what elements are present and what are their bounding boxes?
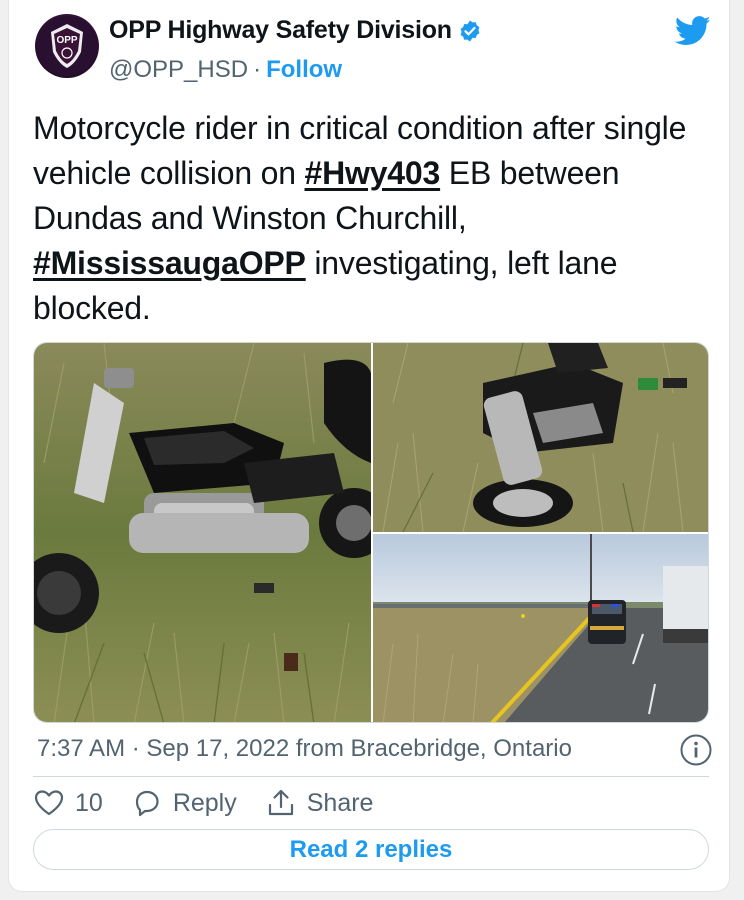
twitter-bird-icon[interactable] (675, 16, 711, 46)
share-upload-icon (268, 789, 293, 816)
heart-icon (34, 790, 64, 816)
tweet-card: OPP OPP Highway Safety Division @OPP_HSD… (8, 0, 730, 892)
media-grid (33, 342, 709, 723)
hashtag-mississaugaopp-link[interactable]: #MississaugaOPP (33, 245, 306, 281)
author-display-name[interactable]: OPP Highway Safety Division (109, 16, 452, 45)
motorcycle-closeup-photo[interactable] (34, 343, 371, 722)
read-replies-button[interactable]: Read 2 replies (33, 829, 709, 870)
share-button[interactable]: Share (265, 787, 374, 819)
divider (33, 776, 709, 777)
reply-label: Reply (172, 788, 237, 817)
separator-dot: · (253, 56, 262, 83)
tweet-actions: 10 Reply Share (33, 786, 401, 820)
avatar-logo-text: OPP (56, 35, 77, 46)
share-label: Share (306, 788, 374, 817)
reply-button[interactable]: Reply (131, 787, 237, 819)
tweet-timestamp[interactable]: 7:37 AM · Sep 17, 2022 from Bracebridge,… (37, 735, 572, 763)
author-avatar[interactable]: OPP (35, 14, 99, 78)
like-count: 10 (75, 788, 103, 817)
hashtag-hwy403-link[interactable]: #Hwy403 (305, 155, 441, 191)
motorcycle-wreck-photo[interactable] (373, 343, 708, 532)
highway-police-scene-photo[interactable] (373, 534, 708, 722)
info-icon[interactable] (679, 733, 713, 767)
reply-bubble-icon (135, 790, 159, 817)
author-handle-row: @OPP_HSD · Follow (109, 56, 342, 84)
author-name-row: OPP Highway Safety Division (109, 16, 482, 45)
tweet-body: Motorcycle rider in critical condition a… (33, 106, 713, 331)
like-button[interactable]: 10 (33, 787, 103, 819)
verified-badge-icon (460, 20, 480, 41)
author-handle[interactable]: @OPP_HSD (109, 56, 248, 84)
follow-link[interactable]: Follow (266, 56, 342, 84)
